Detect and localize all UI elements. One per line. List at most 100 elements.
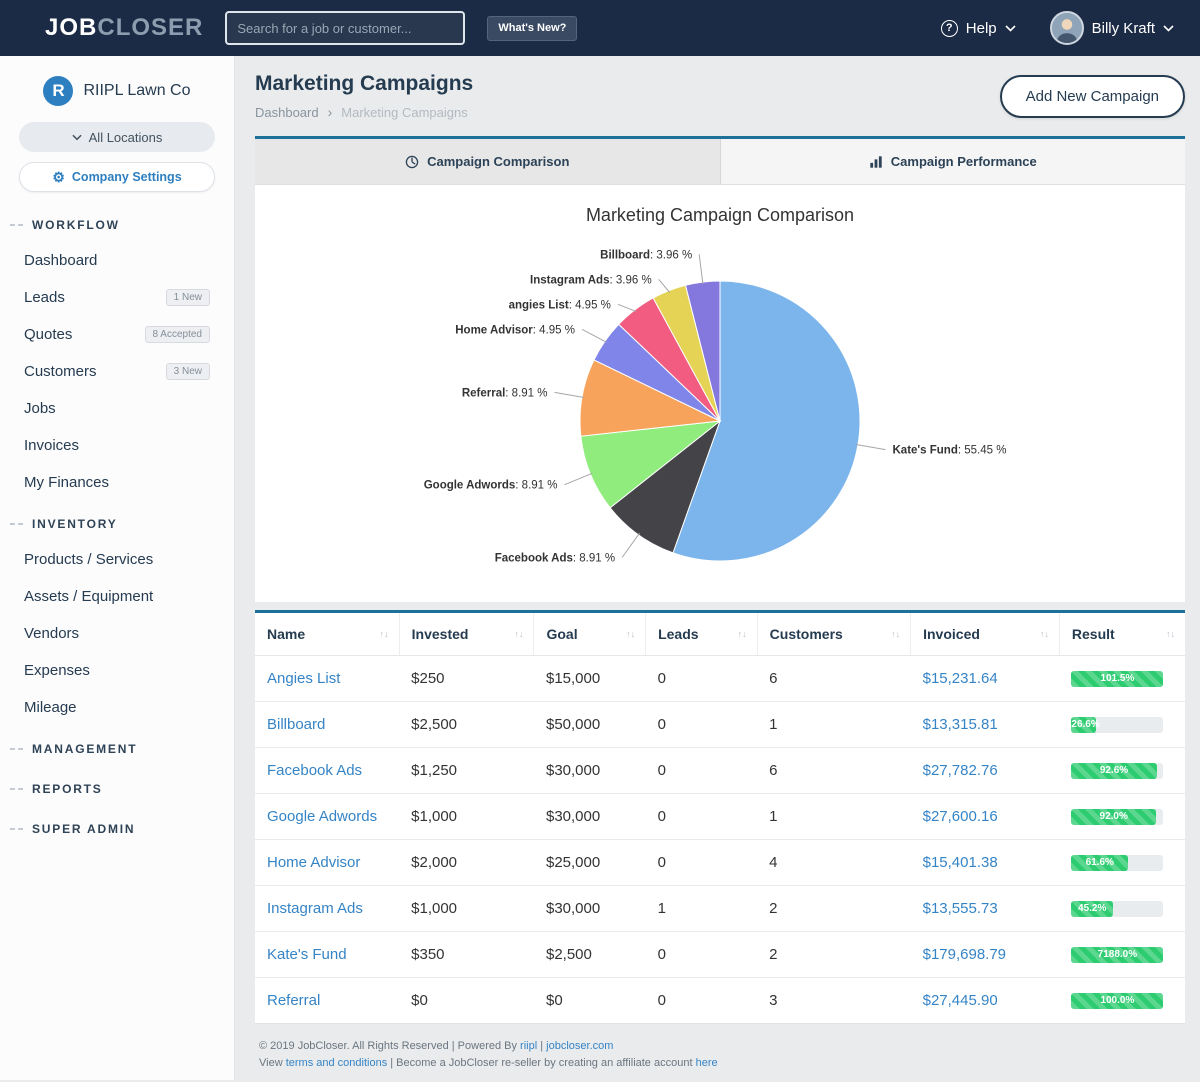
sidebar-section-inventory[interactable]: INVENTORY (0, 501, 234, 541)
invested-value: $1,000 (411, 808, 457, 825)
invoiced-link[interactable]: $27,782.76 (923, 762, 998, 779)
company-settings-button[interactable]: ⚙ Company Settings (19, 162, 215, 192)
column-header-goal[interactable]: Goal↑↓ (534, 613, 646, 656)
sidebar-item-invoices[interactable]: Invoices (0, 427, 234, 464)
sidebar-section-reports[interactable]: REPORTS (0, 766, 234, 806)
cell-customers: 4 (757, 840, 910, 886)
sidebar-item-jobs[interactable]: Jobs (0, 390, 234, 427)
section-dash-icon (10, 828, 23, 830)
invoiced-link[interactable]: $13,315.81 (923, 716, 998, 733)
campaign-name-link[interactable]: Referral (267, 992, 320, 1009)
terms-link[interactable]: terms and conditions (286, 1057, 388, 1069)
result-progress: 92.0% (1071, 809, 1163, 825)
section-label: REPORTS (32, 782, 103, 796)
invoiced-link[interactable]: $15,231.64 (923, 670, 998, 687)
all-locations-dropdown[interactable]: All Locations (19, 122, 215, 152)
invoiced-link[interactable]: $27,600.16 (923, 808, 998, 825)
pie-label-kate-s-fund: Kate's Fund: 55.45 % (893, 445, 1007, 457)
add-new-campaign-button[interactable]: Add New Campaign (1000, 75, 1185, 118)
column-header-leads[interactable]: Leads↑↓ (646, 613, 758, 656)
cell-result: 101.5% (1059, 656, 1185, 702)
sidebar-item-products-services[interactable]: Products / Services (0, 541, 234, 578)
customers-value: 1 (769, 716, 777, 733)
column-header-invoiced[interactable]: Invoiced↑↓ (911, 613, 1060, 656)
tab-label: Campaign Performance (891, 154, 1037, 169)
cell-goal: $2,500 (534, 932, 646, 978)
cell-invoiced: $15,401.38 (911, 840, 1060, 886)
sidebar-item-customers[interactable]: Customers3 New (0, 353, 234, 390)
cell-invested: $350 (399, 932, 534, 978)
user-menu[interactable]: Billy Kraft (1050, 11, 1174, 45)
campaign-name-link[interactable]: Google Adwords (267, 808, 377, 825)
search-input[interactable] (225, 11, 465, 45)
cell-invoiced: $15,231.64 (911, 656, 1060, 702)
table-row: Angies List$250$15,00006$15,231.64101.5% (255, 656, 1185, 702)
campaign-name-link[interactable]: Kate's Fund (267, 946, 347, 963)
sidebar-item-my-finances[interactable]: My Finances (0, 464, 234, 501)
footer-view-text: View (259, 1057, 286, 1069)
chevron-down-icon (1163, 25, 1174, 32)
riipl-link[interactable]: riipl (520, 1040, 537, 1052)
table-row: Billboard$2,500$50,00001$13,315.8126.6% (255, 702, 1185, 748)
cell-result: 92.6% (1059, 748, 1185, 794)
pie-label-connector (622, 533, 640, 557)
cell-customers: 1 (757, 794, 910, 840)
status-badge: 1 New (166, 289, 210, 306)
campaign-name-link[interactable]: Billboard (267, 716, 325, 733)
here-link[interactable]: here (696, 1057, 718, 1069)
sidebar-item-leads[interactable]: Leads1 New (0, 279, 234, 316)
jobcloser-link[interactable]: jobcloser.com (546, 1040, 613, 1052)
tab-campaign-performance[interactable]: Campaign Performance (720, 139, 1186, 184)
section-dash-icon (10, 748, 23, 750)
app-logo[interactable]: JOBCLOSER (45, 14, 203, 42)
help-menu[interactable]: ? Help (941, 20, 1016, 37)
sidebar-item-assets-equipment[interactable]: Assets / Equipment (0, 578, 234, 615)
column-header-name[interactable]: Name↑↓ (255, 613, 399, 656)
sidebar-item-mileage[interactable]: Mileage (0, 689, 234, 726)
sort-arrows-icon: ↑↓ (514, 629, 523, 639)
sidebar-section-management[interactable]: MANAGEMENT (0, 726, 234, 766)
table-row: Instagram Ads$1,000$30,00012$13,555.7345… (255, 886, 1185, 932)
column-header-result[interactable]: Result↑↓ (1059, 613, 1185, 656)
column-label: Goal (546, 626, 577, 642)
sidebar-item-expenses[interactable]: Expenses (0, 652, 234, 689)
result-progress-bar: 45.2% (1071, 901, 1113, 917)
pie-label-connector (659, 279, 670, 292)
column-header-customers[interactable]: Customers↑↓ (757, 613, 910, 656)
leads-value: 0 (658, 808, 666, 825)
campaign-name-link[interactable]: Facebook Ads (267, 762, 362, 779)
campaign-name-link[interactable]: Home Advisor (267, 854, 360, 871)
invoiced-link[interactable]: $15,401.38 (923, 854, 998, 871)
result-progress-bar: 26.6% (1071, 717, 1095, 733)
campaign-name-link[interactable]: Instagram Ads (267, 900, 363, 917)
section-label: MANAGEMENT (32, 742, 137, 756)
result-progress-bar: 100.0% (1071, 993, 1163, 1009)
bar-chart-icon (869, 155, 883, 169)
pie-label-connector (618, 304, 636, 311)
sidebar-section-super-admin[interactable]: SUPER ADMIN (0, 806, 234, 846)
sidebar-item-quotes[interactable]: Quotes8 Accepted (0, 316, 234, 353)
invoiced-link[interactable]: $13,555.73 (923, 900, 998, 917)
footer: © 2019 JobCloser. All Rights Reserved | … (255, 1024, 1185, 1082)
sidebar-section-workflow[interactable]: WORKFLOW (0, 202, 234, 242)
sidebar-item-dashboard[interactable]: Dashboard (0, 242, 234, 279)
main-content: Marketing Campaigns Dashboard › Marketin… (235, 0, 1200, 1082)
whats-new-button[interactable]: What's New? (487, 16, 577, 41)
cell-invested: $2,500 (399, 702, 534, 748)
invested-value: $2,500 (411, 716, 457, 733)
sidebar-item-vendors[interactable]: Vendors (0, 615, 234, 652)
campaign-name-link[interactable]: Angies List (267, 670, 340, 687)
column-label: Result (1072, 626, 1115, 642)
column-header-invested[interactable]: Invested↑↓ (399, 613, 534, 656)
sidebar-nav: WORKFLOWDashboardLeads1 NewQuotes8 Accep… (0, 202, 234, 846)
table-row: Google Adwords$1,000$30,00001$27,600.169… (255, 794, 1185, 840)
breadcrumb-dashboard[interactable]: Dashboard (255, 105, 319, 120)
leads-value: 0 (658, 716, 666, 733)
result-progress: 100.0% (1071, 993, 1163, 1009)
customers-value: 2 (769, 946, 777, 963)
invoiced-link[interactable]: $27,445.90 (923, 992, 998, 1009)
breadcrumb: Dashboard › Marketing Campaigns (255, 104, 473, 120)
navbar-right: ? Help Billy Kraft (941, 11, 1174, 45)
tab-campaign-comparison[interactable]: Campaign Comparison (255, 139, 720, 184)
invoiced-link[interactable]: $179,698.79 (923, 946, 1006, 963)
